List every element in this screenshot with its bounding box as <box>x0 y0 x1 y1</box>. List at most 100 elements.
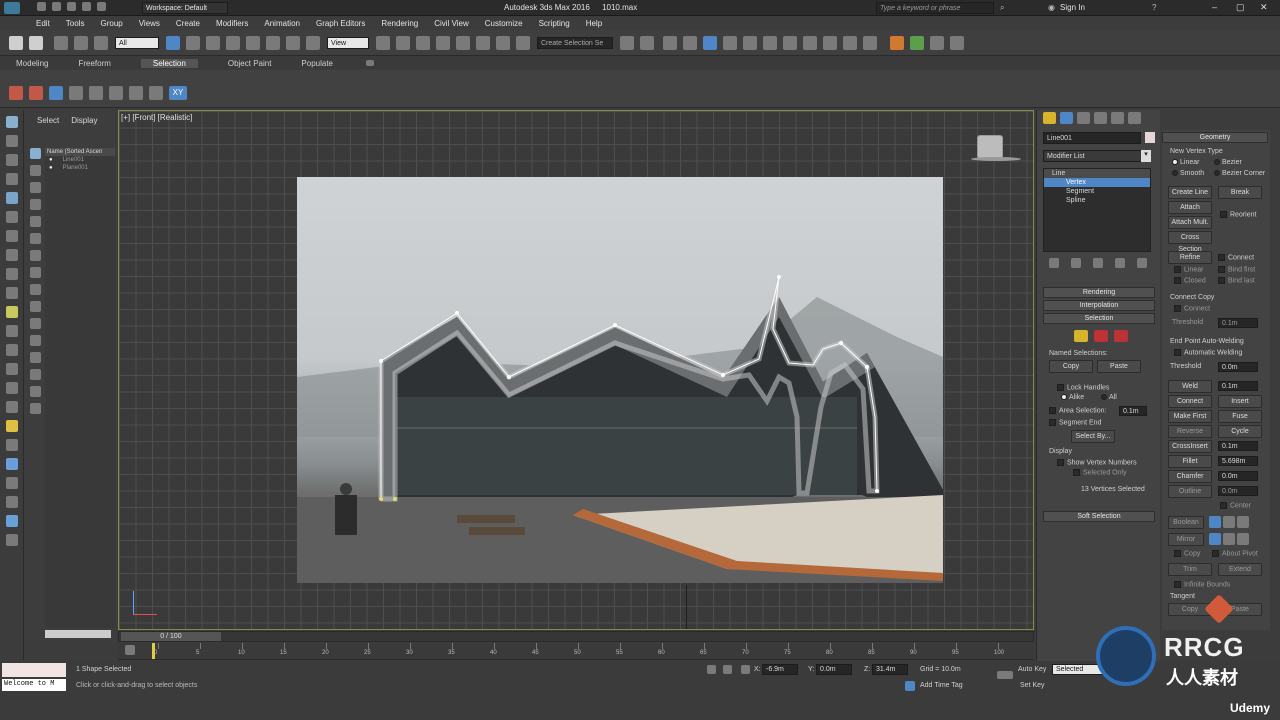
lock-selection-icon[interactable] <box>723 665 732 674</box>
material-editor-icon[interactable] <box>763 35 777 50</box>
explorer-filter-icon[interactable] <box>30 216 41 227</box>
plane-icon[interactable] <box>5 192 18 204</box>
ribbon-tab-populate[interactable]: Populate <box>301 59 333 68</box>
redo-icon[interactable] <box>97 2 106 11</box>
z-coordinate-field[interactable]: 31.4m <box>872 664 908 675</box>
track-bar[interactable]: 0 5 10 15 20 25 30 35 40 45 50 55 60 65 70 75 80 85 90 95 10… <box>118 643 1034 660</box>
attach-mult-button[interactable]: Attach Mult. <box>1168 216 1212 229</box>
sphere-icon[interactable] <box>5 173 18 185</box>
connect-copy-threshold-field[interactable]: 0.1m <box>1218 318 1258 328</box>
lock-handles-checkbox[interactable]: Lock Handles <box>1057 384 1109 391</box>
select-edge-icon[interactable] <box>29 86 43 100</box>
cone-icon[interactable] <box>5 249 18 261</box>
curve-editor-icon[interactable] <box>723 35 737 50</box>
toggle-scene-explorer-icon[interactable] <box>663 35 677 50</box>
chamfer-field[interactable]: 0.0m <box>1218 471 1258 481</box>
help-icon[interactable]: ? <box>1152 3 1156 12</box>
stack-item-line[interactable]: Line <box>1044 169 1150 178</box>
alike-radio[interactable]: Alike <box>1061 394 1084 401</box>
select-manipulate-icon[interactable] <box>396 35 410 50</box>
area-selection-checkbox[interactable]: Area Selection: <box>1049 407 1106 414</box>
scene-list-item[interactable]: ● Plane001 <box>45 164 115 172</box>
vertex-level-icon[interactable] <box>1074 330 1088 342</box>
modify-tab-icon[interactable] <box>1060 112 1073 124</box>
weld-button[interactable]: Weld <box>1168 380 1212 393</box>
scene-explorer-tab-select[interactable]: Select <box>37 116 59 125</box>
toggle-ribbon-icon[interactable] <box>703 35 717 50</box>
render-activeshade-icon[interactable] <box>863 35 877 50</box>
fuse-button[interactable]: Fuse <box>1218 410 1262 423</box>
text-shape-icon[interactable] <box>5 268 18 280</box>
display-tab-icon[interactable] <box>1111 112 1124 124</box>
motion-icon[interactable] <box>5 496 18 508</box>
viewport-front[interactable]: [+] [Front] [Realistic] <box>118 110 1034 630</box>
create-icon[interactable] <box>5 116 18 128</box>
rollout-interpolation[interactable]: Interpolation <box>1043 300 1155 311</box>
area-selection-value[interactable]: 0.1m <box>1119 406 1147 416</box>
geometry-rollout-header[interactable]: Geometry <box>1162 132 1268 143</box>
ribbon-tab-modeling[interactable]: Modeling <box>16 59 48 68</box>
extend-button[interactable]: Extend <box>1218 563 1262 576</box>
refine-connect-checkbox[interactable]: Connect <box>1218 254 1254 261</box>
select-by-ring-icon[interactable] <box>89 86 103 100</box>
helper-icon[interactable] <box>5 325 18 337</box>
maxscript-listener[interactable] <box>2 663 66 677</box>
reorient-checkbox[interactable]: Reorient <box>1220 211 1256 218</box>
insert-button[interactable]: Insert <box>1218 395 1262 408</box>
angle-snap-icon[interactable] <box>456 35 470 50</box>
mirror-both-icon[interactable] <box>1237 533 1249 545</box>
select-by-loop-icon[interactable] <box>69 86 83 100</box>
explorer-filter-icon[interactable] <box>30 267 41 278</box>
menu-create[interactable]: Create <box>176 19 200 28</box>
pivot-center-icon[interactable] <box>376 35 390 50</box>
isolate-selection-icon[interactable] <box>707 665 716 674</box>
set-key-button[interactable]: Set Key <box>1020 682 1045 689</box>
menu-edit[interactable]: Edit <box>36 19 50 28</box>
undo-icon[interactable] <box>9 35 23 50</box>
explorer-filter-icon[interactable] <box>30 250 41 261</box>
connect-copy-checkbox[interactable]: Connect <box>1174 305 1210 312</box>
keyboard-shortcut-icon[interactable] <box>416 35 430 50</box>
align-icon[interactable] <box>640 35 654 50</box>
explorer-filter-icon[interactable] <box>30 369 41 380</box>
explorer-filter-icon[interactable] <box>30 233 41 244</box>
link-icon[interactable] <box>54 35 68 50</box>
plugin-orange-icon[interactable] <box>890 35 904 50</box>
select-by-name-icon[interactable] <box>186 35 200 50</box>
crossinsert-field[interactable]: 0.1m <box>1218 441 1258 451</box>
minimize-icon[interactable]: – <box>1212 2 1217 12</box>
schematic-view-icon[interactable] <box>743 35 757 50</box>
explorer-filter-icon[interactable] <box>30 182 41 193</box>
menu-civil-view[interactable]: Civil View <box>434 19 469 28</box>
explorer-filter-icon[interactable] <box>30 284 41 295</box>
object-name-field[interactable]: Line001 <box>1043 132 1141 144</box>
trim-button[interactable]: Trim <box>1168 563 1212 576</box>
plugin-green-icon[interactable] <box>910 35 924 50</box>
make-unique-icon[interactable] <box>1093 258 1103 268</box>
close-icon[interactable]: ✕ <box>1260 2 1268 13</box>
systems-icon[interactable] <box>5 363 18 375</box>
rollout-selection[interactable]: Selection <box>1043 313 1155 324</box>
center-checkbox[interactable]: Center <box>1220 502 1251 509</box>
app-logo-icon[interactable] <box>4 2 20 14</box>
explorer-filter-icon[interactable] <box>30 403 41 414</box>
scene-explorer-scrollbar[interactable] <box>45 630 111 638</box>
render-production-icon[interactable] <box>823 35 837 50</box>
explorer-filter-icon[interactable] <box>30 199 41 210</box>
create-tab-icon[interactable] <box>1043 112 1056 124</box>
selected-only-checkbox[interactable]: Selected Only <box>1073 469 1127 476</box>
move-icon[interactable] <box>246 35 260 50</box>
explorer-filter-icon[interactable] <box>30 335 41 346</box>
rotate-icon[interactable] <box>266 35 280 50</box>
refine-linear-checkbox[interactable]: Linear <box>1174 266 1203 273</box>
break-button[interactable]: Break <box>1218 186 1262 199</box>
configure-modifier-sets-icon[interactable] <box>1137 258 1147 268</box>
spacewarp-icon[interactable] <box>5 344 18 356</box>
mini-curve-editor-icon[interactable] <box>125 645 135 655</box>
y-coordinate-field[interactable]: 0.0m <box>816 664 852 675</box>
segment-level-icon[interactable] <box>1094 330 1108 342</box>
outline-button[interactable]: Outline <box>1168 485 1212 498</box>
camera-icon[interactable] <box>5 287 18 299</box>
bind-space-warp-icon[interactable] <box>94 35 108 50</box>
paint-icon[interactable] <box>5 515 18 527</box>
